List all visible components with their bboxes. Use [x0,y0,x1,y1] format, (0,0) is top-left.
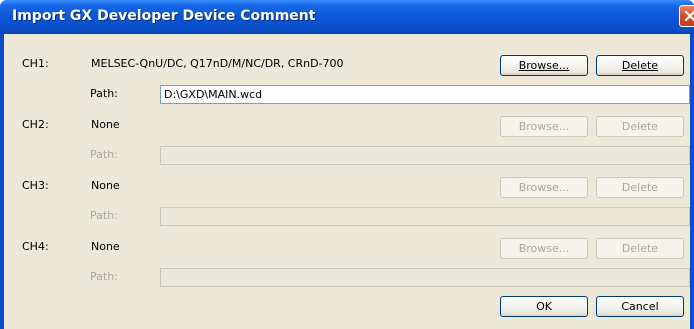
ok-label: OK [536,300,552,313]
ch1-label: CH1: [22,57,49,70]
ch2-path-label: Path: [90,148,118,161]
dialog-title: Import GX Developer Device Comment [12,8,316,24]
ch4-browse-button[interactable]: Browse... [500,238,588,259]
ch4-delete-button[interactable]: Delete [596,238,684,259]
ch3-delete-button[interactable]: Delete [596,177,684,198]
close-button[interactable] [679,5,694,27]
ch1-path-field[interactable]: D:\GXD\MAIN.wcd [160,85,690,104]
ch4-delete-label: Delete [621,242,659,255]
ch1-browse-button[interactable]: Browse... [500,55,588,76]
cancel-label: Cancel [621,300,659,313]
ch3-delete-label: Delete [621,181,659,194]
ch4-browse-label: Browse... [518,242,570,255]
dialog-body: CH1: MELSEC-QnU/DC, Q17nD/M/NC/DR, CRnD-… [4,34,690,329]
ch3-label: CH3: [22,179,49,192]
ch4-label: CH4: [22,240,49,253]
ch2-device-name: None [91,118,120,131]
ch1-device-name: MELSEC-QnU/DC, Q17nD/M/NC/DR, CRnD-700 [91,57,344,70]
cancel-button[interactable]: Cancel [596,296,684,317]
ch1-browse-label: Browse... [518,59,570,72]
ch2-delete-button[interactable]: Delete [596,116,684,137]
ch1-delete-button[interactable]: Delete [596,55,684,76]
ch4-path-field[interactable] [160,268,690,287]
ok-button[interactable]: OK [500,296,588,317]
ch3-path-field[interactable] [160,207,690,226]
ch3-device-name: None [91,179,120,192]
ch4-path-label: Path: [90,270,118,283]
dialog-window: Import GX Developer Device Comment CH1: … [0,0,694,329]
ch2-path-field[interactable] [160,146,690,165]
ch2-label: CH2: [22,118,49,131]
ch4-device-name: None [91,240,120,253]
title-bar[interactable]: Import GX Developer Device Comment [0,0,694,34]
close-icon [684,10,694,22]
ch2-browse-label: Browse... [518,120,570,133]
ch3-path-label: Path: [90,209,118,222]
ch2-browse-button[interactable]: Browse... [500,116,588,137]
ch1-path-label: Path: [90,87,118,100]
ch3-browse-button[interactable]: Browse... [500,177,588,198]
ch1-delete-label: Delete [621,59,659,72]
ch3-browse-label: Browse... [518,181,570,194]
ch2-delete-label: Delete [621,120,659,133]
